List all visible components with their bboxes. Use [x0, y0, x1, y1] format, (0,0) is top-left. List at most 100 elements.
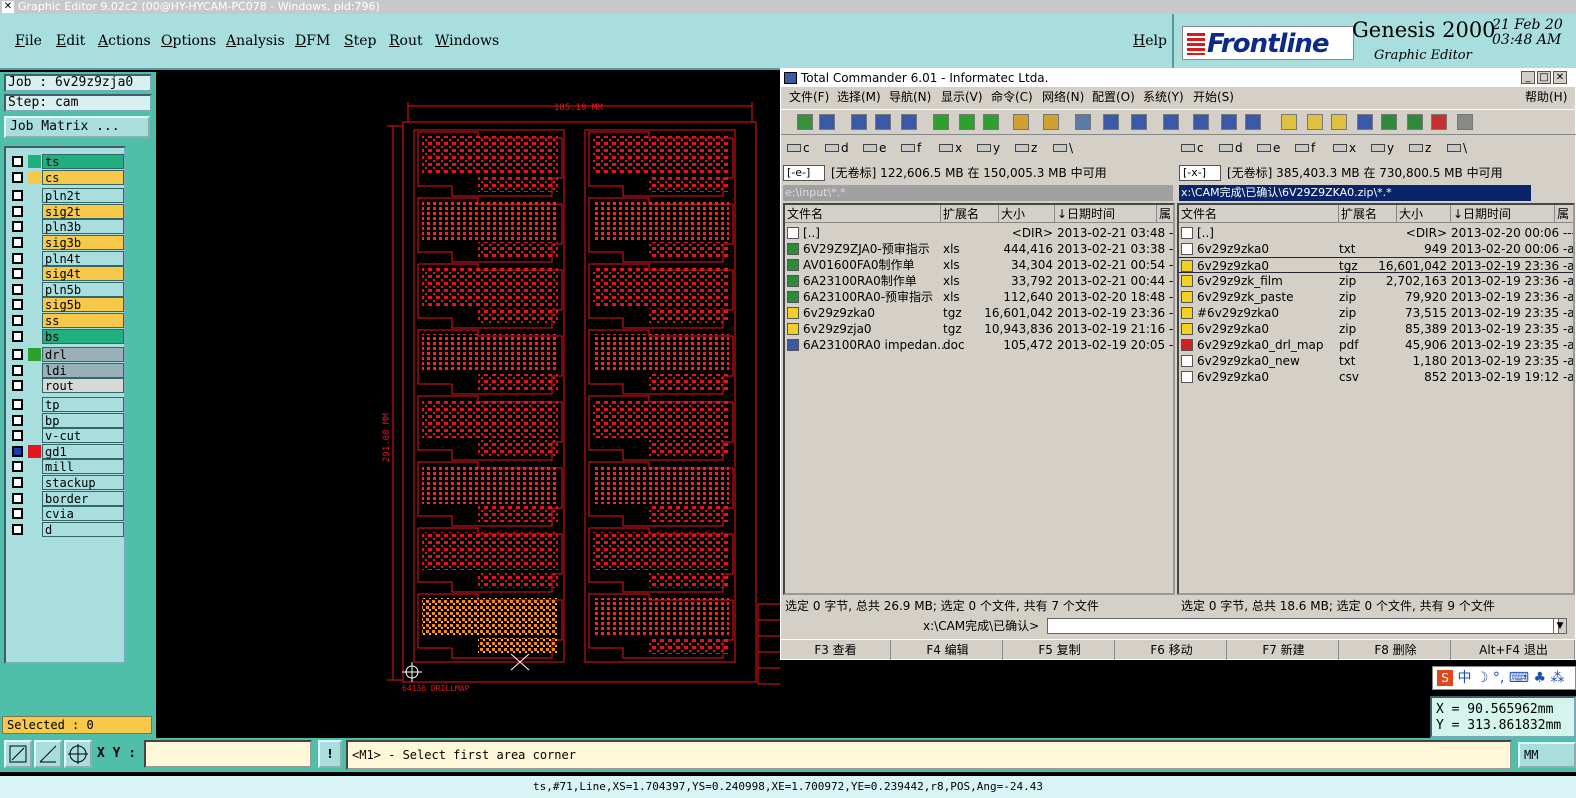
file-row[interactable]: AV01600FA0制作单 xls 34,304 2013-02-21 00:54 -… — [785, 257, 1173, 273]
toolbar-button-icon[interactable] — [1075, 114, 1091, 130]
file-row[interactable]: 6A23100RA0-预审指示 xls 112,640 2013-02-20 18:4… — [785, 289, 1173, 305]
tc-menu-system[interactable]: 系统(Y) — [1143, 87, 1184, 107]
menu-dfm[interactable]: DFM — [295, 33, 330, 49]
grid-snap-icon[interactable] — [64, 740, 92, 768]
layer-color-swatch[interactable] — [28, 413, 41, 427]
col-attr[interactable]: 属 — [1157, 205, 1173, 223]
layer-name[interactable]: ss — [42, 313, 124, 328]
col-ext[interactable]: 扩展名 — [1339, 205, 1397, 223]
toolbar-button-icon[interactable] — [983, 114, 999, 130]
layer-checkbox[interactable] — [12, 205, 23, 217]
layer-color-swatch[interactable] — [28, 507, 41, 521]
menu-options[interactable]: Options — [161, 33, 216, 49]
tc-menu-file[interactable]: 文件(F) — [789, 87, 829, 107]
menu-actions[interactable]: Actions — [98, 33, 151, 49]
layer-name[interactable]: ldi — [42, 362, 124, 378]
layer-name[interactable]: stackup — [42, 475, 124, 490]
layer-color-swatch[interactable] — [28, 170, 41, 184]
layer-color-swatch[interactable] — [28, 379, 41, 393]
layer-checkbox[interactable] — [12, 380, 23, 392]
layer-name[interactable]: mill — [42, 459, 124, 475]
f7-new-button[interactable]: F7 新建 — [1229, 640, 1339, 660]
layer-name[interactable]: ts — [42, 154, 124, 169]
menu-rout[interactable]: Rout — [389, 33, 423, 49]
layer-row-v-cut[interactable]: v-cut — [8, 428, 124, 444]
layer-checkbox[interactable] — [12, 268, 23, 280]
toolbar-button-icon[interactable] — [1307, 114, 1323, 130]
menu-step[interactable]: Step — [344, 33, 376, 49]
layer-checkbox[interactable] — [12, 252, 23, 264]
layer-checkbox[interactable] — [12, 461, 23, 473]
tc-menu-help[interactable]: 帮助(H) — [1525, 87, 1567, 107]
layer-checkbox[interactable] — [12, 349, 23, 361]
f4-edit-button[interactable]: F4 编辑 — [893, 640, 1003, 660]
toolbar-button-icon[interactable] — [901, 114, 917, 130]
layer-color-swatch[interactable] — [28, 444, 41, 458]
layer-row-rout[interactable]: rout — [8, 378, 124, 394]
layer-row-ts[interactable]: ts — [8, 154, 124, 169]
toolbar-button-icon[interactable] — [1163, 114, 1179, 130]
file-row[interactable]: 6v29z9zka0_new txt 1,180 2013-02-19 23:35 -… — [1179, 353, 1573, 369]
right-drive-select[interactable]: [-x-] — [1179, 165, 1221, 181]
layer-color-swatch[interactable] — [28, 363, 41, 377]
layer-color-swatch[interactable] — [28, 460, 41, 474]
toolbar-button-icon[interactable] — [1131, 114, 1147, 130]
layer-row-drl[interactable]: drl — [8, 347, 124, 363]
file-row[interactable]: 6v29z9zk_film zip 2,702,163 2013-02-19 23:3… — [1179, 273, 1573, 289]
tc-menu-select[interactable]: 选择(M) — [837, 87, 881, 107]
layer-color-swatch[interactable] — [28, 491, 41, 505]
layer-checkbox[interactable] — [12, 299, 23, 311]
toolbar-button-icon[interactable] — [1281, 114, 1297, 130]
f5-copy-button[interactable]: F5 复制 — [1005, 640, 1115, 660]
layer-checkbox[interactable] — [12, 477, 23, 488]
layer-name[interactable]: d — [42, 521, 124, 537]
layer-checkbox[interactable] — [12, 330, 23, 342]
layer-name[interactable]: rout — [42, 378, 124, 394]
layer-checkbox[interactable] — [12, 283, 23, 295]
layer-color-swatch[interactable] — [28, 155, 41, 168]
toolbar-button-icon[interactable] — [1193, 114, 1209, 130]
layer-row-stackup[interactable]: stackup — [8, 475, 124, 490]
layer-row-mill[interactable]: mill — [8, 459, 124, 475]
layer-row-sig2t[interactable]: sig2t — [8, 203, 124, 219]
layer-row-tp[interactable]: tp — [8, 397, 124, 412]
layer-color-swatch[interactable] — [28, 314, 41, 327]
layer-checkbox[interactable] — [12, 414, 23, 426]
layer-name[interactable]: bp — [42, 412, 124, 428]
layer-row-d[interactable]: d — [8, 521, 124, 537]
layer-row-pln5b[interactable]: pln5b — [8, 281, 124, 297]
col-size[interactable]: 大小 — [1397, 205, 1451, 223]
toolbar-button-icon[interactable] — [1013, 114, 1029, 130]
left-file-pane[interactable]: 文件名 扩展名 大小 ↓日期时间 属 [..] <DIR> 2013-02-21 0… — [783, 203, 1175, 595]
right-file-pane[interactable]: 文件名 扩展名 大小 ↓日期时间 属 [..] <DIR> 2013-02-20 0… — [1177, 203, 1575, 595]
layer-checkbox[interactable] — [12, 430, 23, 442]
layer-checkbox[interactable] — [12, 364, 23, 376]
layer-color-swatch[interactable] — [28, 204, 41, 218]
toolbar-button-icon[interactable] — [1457, 114, 1473, 130]
tc-menu-start[interactable]: 开始(S) — [1193, 87, 1234, 107]
layer-name[interactable]: sig4t — [42, 266, 124, 282]
close-icon[interactable]: ✕ — [1553, 71, 1567, 84]
menu-analysis[interactable]: Analysis — [226, 33, 285, 49]
layer-name[interactable]: v-cut — [42, 428, 124, 444]
f8-delete-button[interactable]: F8 删除 — [1341, 640, 1451, 660]
menu-file[interactable]: File — [15, 33, 42, 49]
zoom-area-icon[interactable] — [4, 740, 32, 768]
toolbar-button-icon[interactable] — [851, 114, 867, 130]
file-row[interactable]: 6v29z9zka0 tgz 16,601,042 2013-02-19 23:36 … — [1179, 257, 1573, 273]
file-row[interactable]: 6v29z9zk_paste zip 79,920 2013-02-19 23:36 … — [1179, 289, 1573, 305]
layer-name[interactable]: pln5b — [42, 281, 124, 297]
layer-color-swatch[interactable] — [28, 329, 41, 343]
layer-row-ss[interactable]: ss — [8, 313, 124, 328]
tc-menu-config[interactable]: 配置(O) — [1092, 87, 1135, 107]
alt-f4-exit-button[interactable]: Alt+F4 退出 — [1453, 640, 1575, 660]
file-row[interactable]: 6v29z9zka0 csv 852 2013-02-19 19:12 -a- — [1179, 369, 1573, 385]
warning-icon[interactable]: ! — [318, 740, 342, 768]
menu-help[interactable]: Help — [1133, 33, 1167, 49]
layer-row-gd1[interactable]: gd1 — [8, 443, 124, 459]
layer-color-swatch[interactable] — [28, 236, 41, 249]
file-row[interactable]: #6v29z9zka0 zip 73,515 2013-02-19 23:35 -a- — [1179, 305, 1573, 321]
layer-row-sig5b[interactable]: sig5b — [8, 297, 124, 313]
col-name[interactable]: 文件名 — [785, 205, 941, 223]
minimize-icon[interactable]: _ — [1521, 71, 1535, 84]
